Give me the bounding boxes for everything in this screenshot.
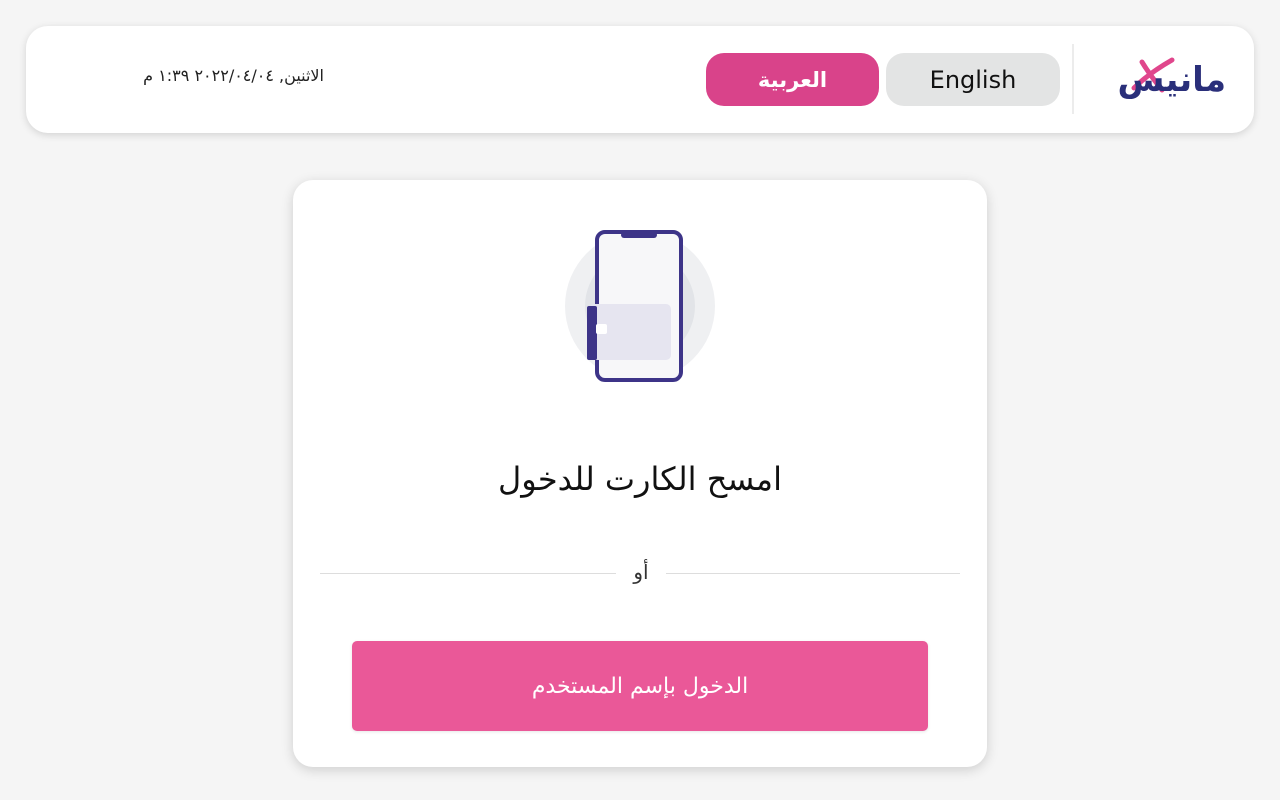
login-with-username-button[interactable]: الدخول بإسم المستخدم — [352, 641, 928, 731]
arabic-language-button[interactable]: العربية — [706, 53, 879, 106]
brand-logo: مانيس — [1096, 54, 1226, 106]
or-separator: أو — [320, 560, 960, 590]
top-bar: مانيس English العربية الاثنين, ٢٠٢٢/٠٤/٠… — [26, 26, 1254, 133]
date-time-display: الاثنين, ٢٠٢٢/٠٤/٠٤ ١:٣٩ م — [143, 66, 324, 85]
separator-line-left — [320, 573, 616, 574]
or-label: أو — [633, 560, 649, 584]
login-card: امسح الكارت للدخول أو الدخول بإسم المستخ… — [293, 180, 987, 767]
header-divider — [1072, 44, 1074, 114]
scan-card-title: امسح الكارت للدخول — [498, 460, 782, 498]
separator-line-right — [666, 573, 960, 574]
phone-card-scan-icon — [565, 230, 715, 382]
logo-text: مانيس — [1117, 60, 1226, 100]
english-language-button[interactable]: English — [886, 53, 1060, 106]
